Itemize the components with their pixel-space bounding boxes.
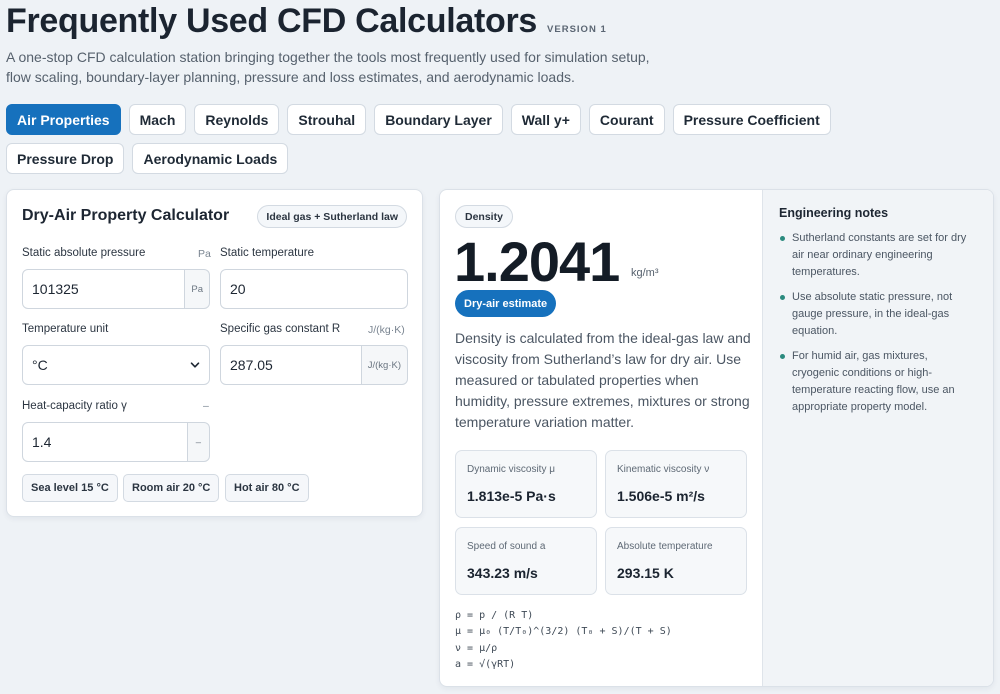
preset-sea-level-button[interactable]: Sea level 15 °C — [22, 474, 118, 502]
gas-constant-input[interactable]: 287.05 — [220, 345, 362, 385]
formula-viscosity: μ = μ₀ (T/T₀)^(3/2) (T₀ + S)/(T + S) — [455, 626, 672, 638]
gamma-label: Heat-capacity ratio γ — [22, 400, 127, 412]
tab-air-properties[interactable]: Air Properties — [6, 104, 121, 135]
gas-constant-unit-addon: J/(kg·K) — [361, 345, 408, 385]
metric-speed-of-sound: Speed of sound a 343.23 m/s — [455, 527, 597, 595]
engineering-notes-panel: Engineering notes Sutherland constants a… — [762, 190, 993, 686]
tab-pressure-drop[interactable]: Pressure Drop — [6, 143, 125, 174]
chevron-down-icon — [190, 362, 200, 368]
gamma-unit-addon: – — [187, 422, 210, 462]
gas-constant-unit-label: J/(kg·K) — [368, 324, 405, 336]
metric-value: 343.23 m/s — [467, 565, 538, 581]
page-title: Frequently Used CFD Calculators — [6, 2, 538, 40]
version-label: VERSION 1 — [547, 24, 607, 35]
pressure-input-group: 101325 Pa — [22, 269, 210, 309]
gas-constant-input-group: 287.05 J/(kg·K) — [220, 345, 408, 385]
page-subtitle: A one-stop CFD calculation station bring… — [6, 49, 650, 85]
result-type-badge: Density — [455, 205, 513, 228]
metric-kinematic-viscosity: Kinematic viscosity ν 1.506e-5 m²/s — [605, 450, 747, 518]
estimate-badge: Dry-air estimate — [455, 290, 557, 317]
note-item: Use absolute static pressure, not gauge … — [779, 289, 974, 340]
metric-value: 1.506e-5 m²/s — [617, 488, 705, 504]
tab-reynolds[interactable]: Reynolds — [194, 104, 280, 135]
note-item: For humid air, gas mixtures, cryogenic c… — [779, 348, 974, 416]
temperature-input-group: 20 — [220, 269, 408, 309]
notes-title: Engineering notes — [779, 206, 889, 220]
temperature-label: Static temperature — [220, 247, 314, 259]
pressure-unit-addon: Pa — [185, 269, 210, 309]
gamma-input[interactable]: 1.4 — [22, 422, 188, 462]
formula-block: ρ = p / (R T) μ = μ₀ (T/T₀)^(3/2) (T₀ + … — [455, 608, 672, 673]
temperature-input[interactable]: 20 — [220, 269, 408, 309]
page-header: Frequently Used CFD Calculators VERSION … — [6, 0, 996, 87]
gamma-input-group: 1.4 – — [22, 422, 210, 462]
metric-absolute-temperature: Absolute temperature 293.15 K — [605, 527, 747, 595]
metric-label: Speed of sound a — [467, 541, 546, 552]
note-item: Sutherland constants are set for dry air… — [779, 230, 974, 281]
tab-wall-y-plus[interactable]: Wall y+ — [510, 104, 581, 135]
metric-label: Absolute temperature — [617, 541, 713, 552]
tab-pressure-coefficient[interactable]: Pressure Coefficient — [672, 104, 831, 135]
tab-mach[interactable]: Mach — [128, 104, 187, 135]
tab-strouhal[interactable]: Strouhal — [287, 104, 367, 135]
temperature-unit-label: Temperature unit — [22, 323, 109, 335]
pressure-unit-label: Pa — [198, 248, 211, 260]
gamma-unit-label: – — [203, 400, 209, 412]
preset-hot-air-button[interactable]: Hot air 80 °C — [225, 474, 309, 502]
formula-density: ρ = p / (R T) — [455, 610, 534, 621]
metric-value: 293.15 K — [617, 565, 674, 581]
notes-list: Sutherland constants are set for dry air… — [779, 230, 974, 424]
tab-boundary-layer[interactable]: Boundary Layer — [374, 104, 503, 135]
gas-constant-label: Specific gas constant R — [220, 323, 341, 335]
calculator-tabs: Air Properties Mach Reynolds Strouhal Bo… — [6, 104, 936, 174]
formula-kinematic-viscosity: ν = μ/ρ — [455, 642, 498, 654]
result-description: Density is calculated from the ideal-gas… — [455, 330, 751, 430]
metric-label: Kinematic viscosity ν — [617, 464, 710, 475]
temperature-unit-value: °C — [32, 357, 48, 373]
pressure-label: Static absolute pressure — [22, 247, 146, 259]
tab-aerodynamic-loads[interactable]: Aerodynamic Loads — [132, 143, 289, 174]
calculator-card: Dry-Air Property Calculator Ideal gas + … — [6, 189, 423, 517]
pressure-input[interactable]: 101325 — [22, 269, 186, 309]
result-card: Density 1.2041 kg/m³ Dry-air estimate De… — [439, 189, 994, 687]
calculator-title: Dry-Air Property Calculator — [22, 207, 230, 224]
temperature-unit-group: °C — [22, 345, 210, 385]
density-value: 1.2041 — [454, 230, 620, 293]
metric-label: Dynamic viscosity μ — [467, 464, 555, 475]
temperature-unit-select[interactable]: °C — [22, 345, 210, 385]
method-badge: Ideal gas + Sutherland law — [257, 205, 407, 228]
density-unit: kg/m³ — [631, 267, 659, 279]
preset-room-air-button[interactable]: Room air 20 °C — [123, 474, 220, 502]
formula-speed-of-sound: a = √(γRT) — [455, 658, 516, 670]
metric-value: 1.813e-5 Pa·s — [467, 488, 556, 504]
metric-dynamic-viscosity: Dynamic viscosity μ 1.813e-5 Pa·s — [455, 450, 597, 518]
tab-courant[interactable]: Courant — [588, 104, 665, 135]
